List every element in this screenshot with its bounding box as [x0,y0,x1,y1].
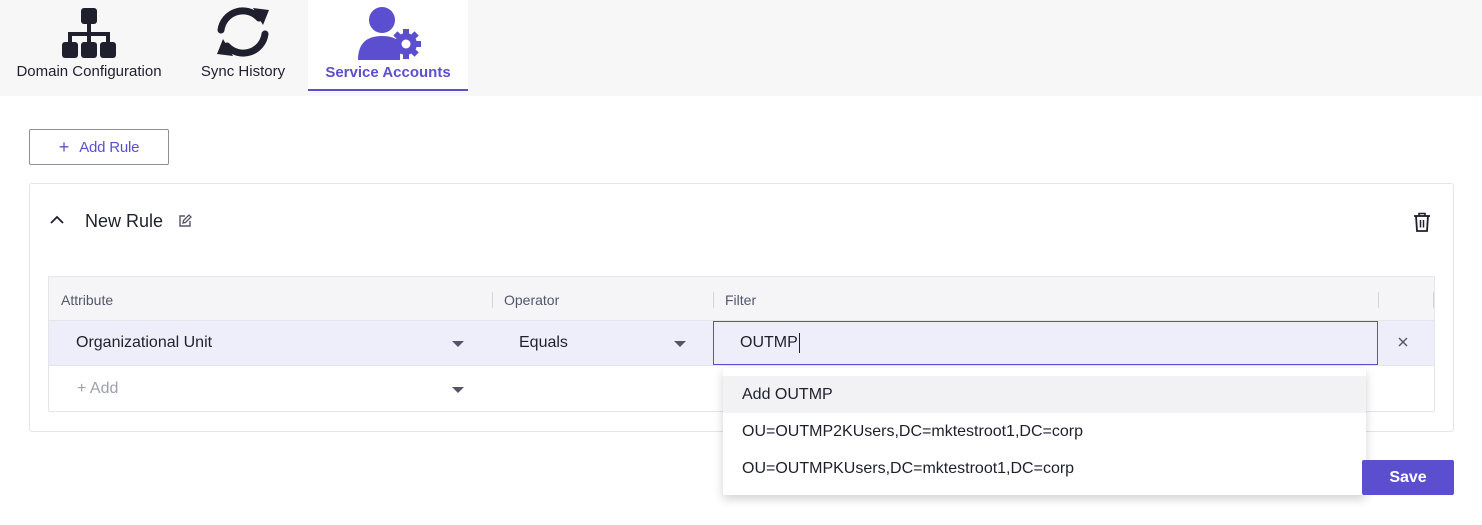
tab-service-accounts[interactable]: Service Accounts [308,0,468,91]
table-row: Organizational Unit Equals OUTMP [49,321,1434,366]
tab-label: Sync History [200,63,286,80]
tab-label: Service Accounts [325,64,451,81]
dropdown-option[interactable]: OU=OUTMP2KUsers,DC=mktestroot1,DC=corp [723,413,1366,450]
trash-icon[interactable] [1412,211,1432,233]
column-header-attribute: Attribute [61,292,114,308]
column-header-filter: Filter [725,292,757,308]
operator-value: Equals [519,334,568,351]
filter-input[interactable]: OUTMP [713,321,1378,365]
attribute-select[interactable]: Organizational Unit [49,321,492,365]
tab-label: Domain Configuration [16,63,162,80]
column-divider [713,292,714,308]
add-rule-button[interactable]: + Add Rule [29,129,169,165]
column-divider [1378,292,1379,308]
save-button[interactable]: Save [1362,460,1454,495]
column-divider [1433,292,1434,308]
dropdown-option[interactable]: OU=OUTMPKUsers,DC=mktestroot1,DC=corp [723,450,1366,487]
add-rule-label: Add Rule [79,138,140,156]
caret-down-icon [452,387,464,393]
text-cursor [798,333,800,353]
plus-icon: + [58,137,70,157]
sync-icon [207,4,279,60]
attribute-value: Organizational Unit [76,334,213,351]
filter-suggestions-dropdown: Add OUTMP OU=OUTMP2KUsers,DC=mktestroot1… [723,368,1366,495]
top-tab-bar: Domain Configuration Sync History Servic… [0,0,1482,96]
sitemap-icon [53,4,125,60]
tab-domain-configuration[interactable]: Domain Configuration [0,0,178,91]
operator-select[interactable]: Equals [492,321,713,365]
add-condition-placeholder: + Add [77,380,119,397]
table-header: Attribute Operator Filter [49,277,1434,321]
column-header-operator: Operator [504,292,560,308]
tab-sync-history[interactable]: Sync History [178,0,308,91]
caret-down-icon [674,341,686,347]
chevron-up-icon[interactable] [48,211,66,229]
close-icon[interactable] [1396,335,1410,349]
caret-down-icon [452,341,464,347]
user-gear-icon [352,4,424,60]
edit-icon[interactable] [178,214,192,228]
column-divider [492,292,493,308]
filter-input-value: OUTMP [740,334,798,351]
rule-title: New Rule [85,211,164,231]
dropdown-option[interactable]: Add OUTMP [723,376,1366,413]
